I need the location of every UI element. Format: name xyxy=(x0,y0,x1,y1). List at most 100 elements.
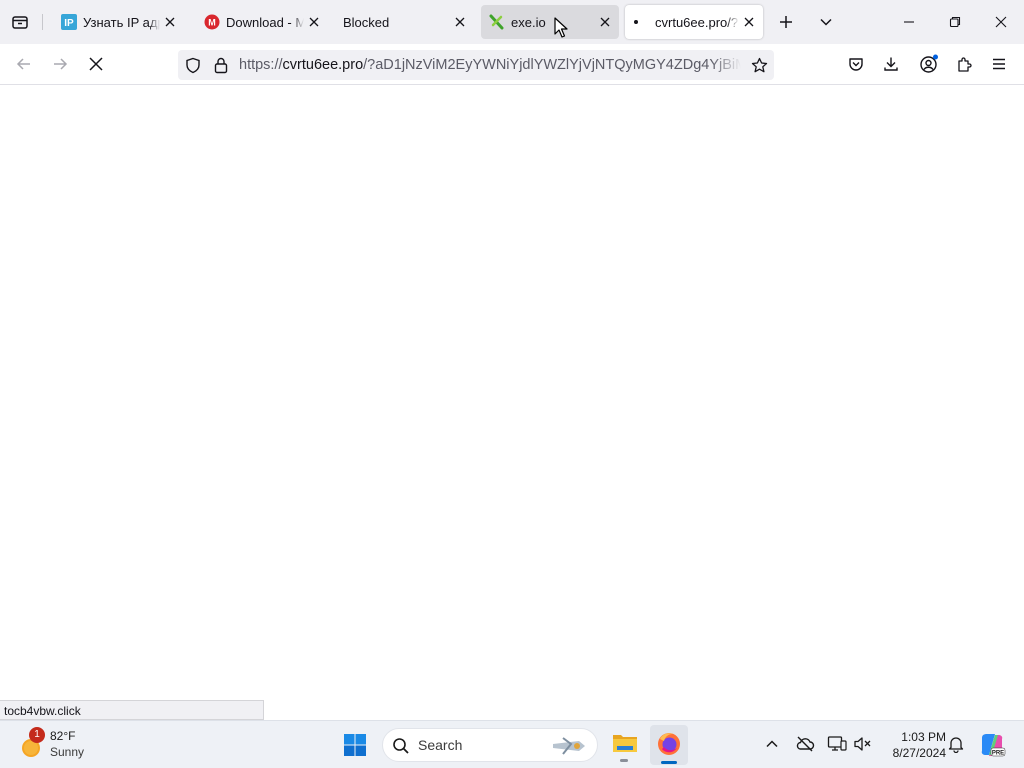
svg-text:IP: IP xyxy=(64,18,74,29)
minimize-icon xyxy=(904,21,914,23)
list-all-tabs-button[interactable] xyxy=(814,10,838,34)
account-icon xyxy=(920,54,938,73)
weather-badge: 1 xyxy=(29,727,45,743)
notifications-button[interactable] xyxy=(947,735,967,755)
tab-close-button[interactable] xyxy=(160,12,180,32)
restore-button[interactable] xyxy=(937,8,973,36)
minimize-button[interactable] xyxy=(891,8,927,36)
tab-strip: IP Узнать IP адрес M Download - MEGA Blo… xyxy=(0,0,1024,44)
firefox-icon xyxy=(658,733,680,755)
tab-close-button[interactable] xyxy=(739,12,759,32)
ip-favicon: IP xyxy=(61,14,77,30)
tab-blocked[interactable]: Blocked xyxy=(335,5,474,39)
link-status-panel: tocb4vbw.click xyxy=(0,700,264,720)
url-scheme: https:// xyxy=(239,57,283,73)
weather-temp: 82°F xyxy=(50,729,76,743)
arrow-right-icon xyxy=(54,58,68,70)
firefox-view-button[interactable] xyxy=(8,10,32,34)
tab-ip[interactable]: IP Узнать IP адрес xyxy=(49,5,184,39)
windows-logo-icon xyxy=(344,734,366,756)
tab-active[interactable]: cvrtu6ee.pro/?aD1jNz xyxy=(625,5,763,39)
plus-icon xyxy=(780,16,792,28)
back-button[interactable] xyxy=(12,52,36,76)
pocket-button[interactable] xyxy=(845,53,867,75)
shield-icon xyxy=(186,57,200,73)
loading-dot-icon xyxy=(633,14,649,30)
page-content xyxy=(0,85,1024,700)
bookmark-star-button[interactable] xyxy=(748,55,770,75)
extensions-button[interactable] xyxy=(953,53,975,75)
svg-text:PRE: PRE xyxy=(992,751,1004,757)
tracking-protection-button[interactable] xyxy=(183,56,203,74)
search-icon xyxy=(393,738,409,754)
url-path: /?aD1jNzViM2EyYWNiYjdlYWZlYjVjNTQyMGY4ZD… xyxy=(363,57,741,73)
close-icon xyxy=(455,17,465,27)
close-icon xyxy=(995,16,1007,28)
tab-label: Download - MEGA xyxy=(226,14,304,30)
tab-mega[interactable]: M Download - MEGA xyxy=(192,5,328,39)
close-icon xyxy=(600,17,610,27)
app-menu-button[interactable] xyxy=(988,53,1010,75)
tab-separator xyxy=(42,14,43,30)
restore-icon xyxy=(949,16,961,28)
close-window-button[interactable] xyxy=(983,8,1019,36)
file-explorer-button[interactable] xyxy=(609,727,641,763)
show-hidden-icons-button[interactable] xyxy=(764,736,782,754)
navigation-toolbar: https://cvrtu6ee.pro/?aD1jNzViM2EyYWNiYj… xyxy=(0,44,1024,85)
copilot-button[interactable]: PRE xyxy=(978,731,1006,759)
bell-icon xyxy=(948,737,964,754)
cloud-offline-icon xyxy=(796,736,815,752)
pocket-icon xyxy=(849,58,863,71)
status-text: tocb4vbw.click xyxy=(4,704,81,718)
copilot-icon: PRE xyxy=(981,734,1006,757)
clock-time: 1:03 PM xyxy=(901,730,946,744)
account-button[interactable] xyxy=(917,52,941,76)
close-icon xyxy=(744,17,754,27)
firefox-view-icon xyxy=(12,16,28,29)
clock-date: 8/27/2024 xyxy=(892,746,946,760)
new-tab-button[interactable] xyxy=(774,10,798,34)
windows-taskbar: 1 82°F Sunny Search 1:03 PM 8/27/2024 PR… xyxy=(0,720,1024,768)
firefox-taskbar-button[interactable] xyxy=(650,725,688,765)
network-icon xyxy=(827,736,847,751)
downloads-button[interactable] xyxy=(880,53,902,75)
tab-close-button[interactable] xyxy=(595,12,615,32)
stop-icon xyxy=(89,57,103,71)
weather-condition: Sunny xyxy=(50,745,85,759)
mouse-cursor-icon xyxy=(554,17,568,38)
mega-favicon: M xyxy=(204,14,220,30)
tab-label: exe.io xyxy=(511,14,546,30)
site-info-button[interactable] xyxy=(211,56,231,74)
forward-button[interactable] xyxy=(48,52,72,76)
chevron-up-icon xyxy=(766,740,778,748)
running-indicator xyxy=(620,759,628,762)
search-placeholder: Search xyxy=(418,737,463,753)
tab-label: cvrtu6ee.pro/?aD1jNz xyxy=(655,14,739,30)
tab-label: Узнать IP адрес xyxy=(83,14,160,30)
start-button[interactable] xyxy=(342,732,370,760)
star-icon xyxy=(751,57,767,72)
puzzle-icon xyxy=(957,56,972,72)
tab-close-button[interactable] xyxy=(450,12,470,32)
close-icon xyxy=(309,17,319,27)
volume-button[interactable] xyxy=(853,735,873,755)
clock-button[interactable]: 1:03 PM 8/27/2024 xyxy=(878,727,946,763)
lock-icon xyxy=(214,57,228,73)
svg-text:M: M xyxy=(208,18,216,28)
active-indicator xyxy=(661,761,677,764)
speaker-muted-icon xyxy=(854,737,871,751)
tab-exeio[interactable]: exe.io xyxy=(481,5,619,39)
stop-button[interactable] xyxy=(84,52,108,76)
taskbar-search[interactable]: Search xyxy=(382,728,598,762)
download-icon xyxy=(884,57,898,71)
url-text[interactable]: https://cvrtu6ee.pro/?aD1jNzViM2EyYWNiYj… xyxy=(239,57,741,73)
onedrive-button[interactable] xyxy=(795,735,815,755)
tab-close-button[interactable] xyxy=(304,12,324,32)
chevron-down-icon xyxy=(820,18,832,26)
network-button[interactable] xyxy=(827,735,847,755)
url-bar[interactable]: https://cvrtu6ee.pro/?aD1jNzViM2EyYWNiYj… xyxy=(178,50,774,80)
url-host: cvrtu6ee.pro xyxy=(282,57,364,73)
close-icon xyxy=(165,17,175,27)
folder-icon xyxy=(613,735,637,752)
weather-widget[interactable]: 1 82°F Sunny xyxy=(14,727,104,763)
